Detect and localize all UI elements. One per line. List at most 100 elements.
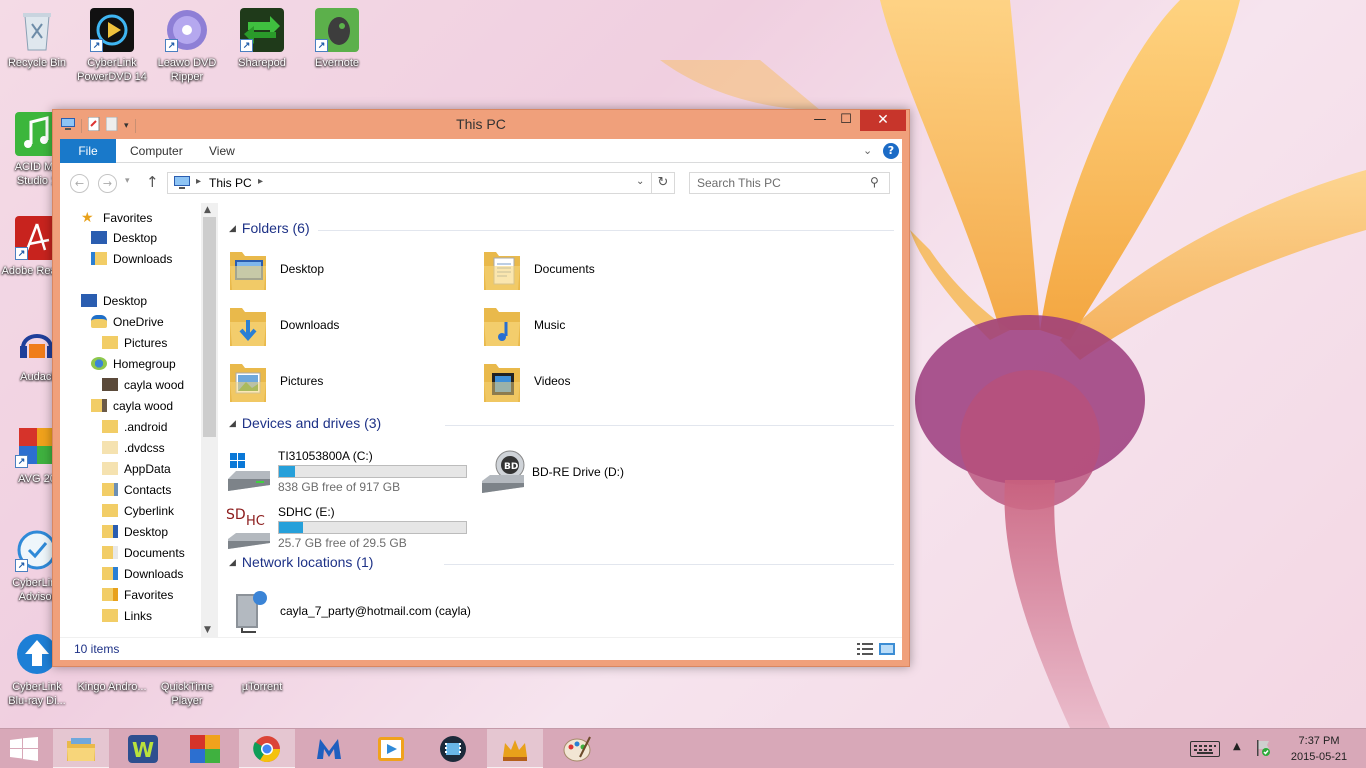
system-clock[interactable]: 7:37 PM 2015-05-21 [1282,733,1356,765]
folder-tile-desktop[interactable]: Desktop [228,246,468,296]
nav-item-dvdcss[interactable]: .dvdcss [102,438,165,458]
drive-usage-bar [278,521,467,534]
expand-ribbon-chevron-icon[interactable]: ⌄ [863,144,872,157]
breadcrumb-this-pc[interactable]: This PC [209,176,252,190]
tab-computer[interactable]: Computer [130,139,183,163]
breadcrumb-chevron-icon[interactable]: ▸ [258,176,263,187]
folder-label: Desktop [280,262,325,276]
drive-tile-e[interactable]: SD HC SDHC (E:) 25.7 GB free of 29.5 GB [226,505,476,557]
desktop-icon-recycle-bin[interactable]: Recycle Bin [1,8,73,70]
group-header-network[interactable]: ◢ Network locations (1) [229,554,373,570]
nav-item-onedrive-pictures[interactable]: Pictures [102,333,167,353]
folder-icon [102,588,118,601]
nav-item-onedrive[interactable]: OneDrive [91,312,164,332]
nav-item-links[interactable]: Links [102,606,152,626]
taskbar-wondershare[interactable]: W [115,729,171,768]
nav-item-label: Pictures [124,336,168,350]
nav-item-documents[interactable]: Documents [102,543,185,563]
nav-item-cyberlink[interactable]: Cyberlink [102,501,174,521]
nav-item-contacts[interactable]: Contacts [102,480,171,500]
scroll-down-arrow-icon[interactable]: ▼ [204,625,211,635]
collapse-triangle-icon: ◢ [229,418,236,428]
folder-icon [102,336,118,349]
drive-tile-c[interactable]: TI31053800A (C:) 838 GB free of 917 GB [226,449,476,501]
nav-item-label: OneDrive [113,315,164,329]
desktop-icon-sharepod[interactable]: ↗ Sharepod [226,8,298,70]
folder-label: Downloads [280,318,340,332]
title-bar[interactable]: ▾ This PC — ☐ ✕ [53,110,909,139]
refresh-button[interactable]: ↻ [652,172,675,194]
nav-item-favorites[interactable]: ★ Favorites [81,207,152,227]
svg-text:HC: HC [246,514,265,529]
taskbar-media-tool[interactable] [425,729,481,768]
shortcut-arrow-icon: ↗ [240,39,253,52]
network-location-item[interactable]: cayla_7_party@hotmail.com (cayla) [228,588,478,640]
folder-tile-downloads[interactable]: Downloads [228,302,468,352]
taskbar-malwarebytes[interactable] [301,729,357,768]
nav-item-downloads[interactable]: Downloads [102,564,183,584]
search-icon[interactable]: ⚲ [870,175,879,189]
desktop-icon-cyberlink-powerdvd[interactable]: ↗ CyberLink PowerDVD 14 [76,8,148,84]
taskbar-file-explorer[interactable] [53,729,109,768]
breadcrumb-chevron-icon[interactable]: ▸ [196,176,201,187]
touch-keyboard-icon[interactable] [1190,741,1220,757]
onedrive-icon [91,315,107,328]
navigation-scrollbar[interactable]: ▲ ▼ [201,203,218,637]
window-title: This PC [456,116,506,132]
shortcut-arrow-icon: ↗ [315,39,328,52]
forward-button[interactable]: → [98,174,117,193]
nav-item-desktop[interactable]: Desktop [81,291,147,311]
recent-locations-chevron-icon[interactable]: ▾ [125,176,130,186]
action-center-flag-icon[interactable] [1255,739,1271,757]
large-icons-view-icon[interactable] [879,643,895,655]
scroll-up-arrow-icon[interactable]: ▲ [204,205,211,215]
shortcut-arrow-icon: ↗ [165,39,178,52]
up-button[interactable]: ↑ [146,173,159,191]
taskbar-kingo[interactable] [487,729,543,768]
scrollbar-thumb[interactable] [203,217,216,437]
nav-item-favorites-desktop[interactable]: Desktop [91,228,157,248]
nav-item-label: Cyberlink [124,504,175,518]
desktop-icon-label: Sharepod [238,57,286,69]
nav-item-user-favorites[interactable]: Favorites [102,585,173,605]
address-dropdown-chevron-icon[interactable]: ⌄ [636,176,644,187]
nav-item-appdata[interactable]: AppData [102,459,171,479]
nav-item-user-desktop[interactable]: Desktop [102,522,168,542]
back-button[interactable]: ← [70,174,89,193]
tab-file[interactable]: File [60,139,116,163]
desktop-icon-evernote[interactable]: ↗ Evernote [301,8,373,70]
drive-tile-d[interactable]: BD BD-RE Drive (D:) [480,449,730,501]
nav-item-label: cayla wood [124,378,185,392]
nav-item-android[interactable]: .android [102,417,167,437]
folder-tile-music[interactable]: Music [482,302,722,352]
taskbar-avg[interactable] [177,729,233,768]
group-header-folders[interactable]: ◢ Folders (6) [229,220,310,236]
taskbar-paint[interactable] [549,729,605,768]
folder-tile-videos[interactable]: Videos [482,358,722,408]
start-button-windows-icon[interactable] [10,737,38,761]
desktop-icon-label: CyberLink Blu-ray Di... [8,681,66,707]
address-bar[interactable]: ▸ This PC ▸ ⌄ [167,172,652,194]
taskbar-video-player[interactable] [363,729,419,768]
tab-view[interactable]: View [209,139,235,163]
chrome-icon [253,736,281,763]
drive-free-space: 25.7 GB free of 29.5 GB [278,536,407,550]
maximize-button[interactable]: ☐ [833,110,859,131]
nav-item-homegroup-user[interactable]: cayla wood [102,375,184,395]
details-view-icon[interactable] [857,643,873,655]
film-strip-icon [440,736,466,762]
nav-item-favorites-downloads[interactable]: Downloads [91,249,172,269]
desktop-icon-leawo-dvd-ripper[interactable]: ↗ Leawo DVD Ripper [151,8,223,84]
folder-tile-pictures[interactable]: Pictures [228,358,468,408]
nav-item-homegroup[interactable]: Homegroup [91,354,176,374]
nav-item-user-folder[interactable]: cayla wood [91,396,173,416]
close-button[interactable]: ✕ [860,110,906,131]
group-header-devices[interactable]: ◢ Devices and drives (3) [229,415,381,431]
network-location-tile[interactable] [228,681,478,733]
taskbar-chrome[interactable] [239,729,295,768]
search-input[interactable]: Search This PC ⚲ [689,172,890,194]
show-hidden-icons-chevron-icon[interactable]: ▲ [1233,741,1241,752]
minimize-button[interactable]: — [807,110,833,131]
help-icon[interactable]: ? [883,143,899,159]
folder-tile-documents[interactable]: Documents [482,246,722,296]
